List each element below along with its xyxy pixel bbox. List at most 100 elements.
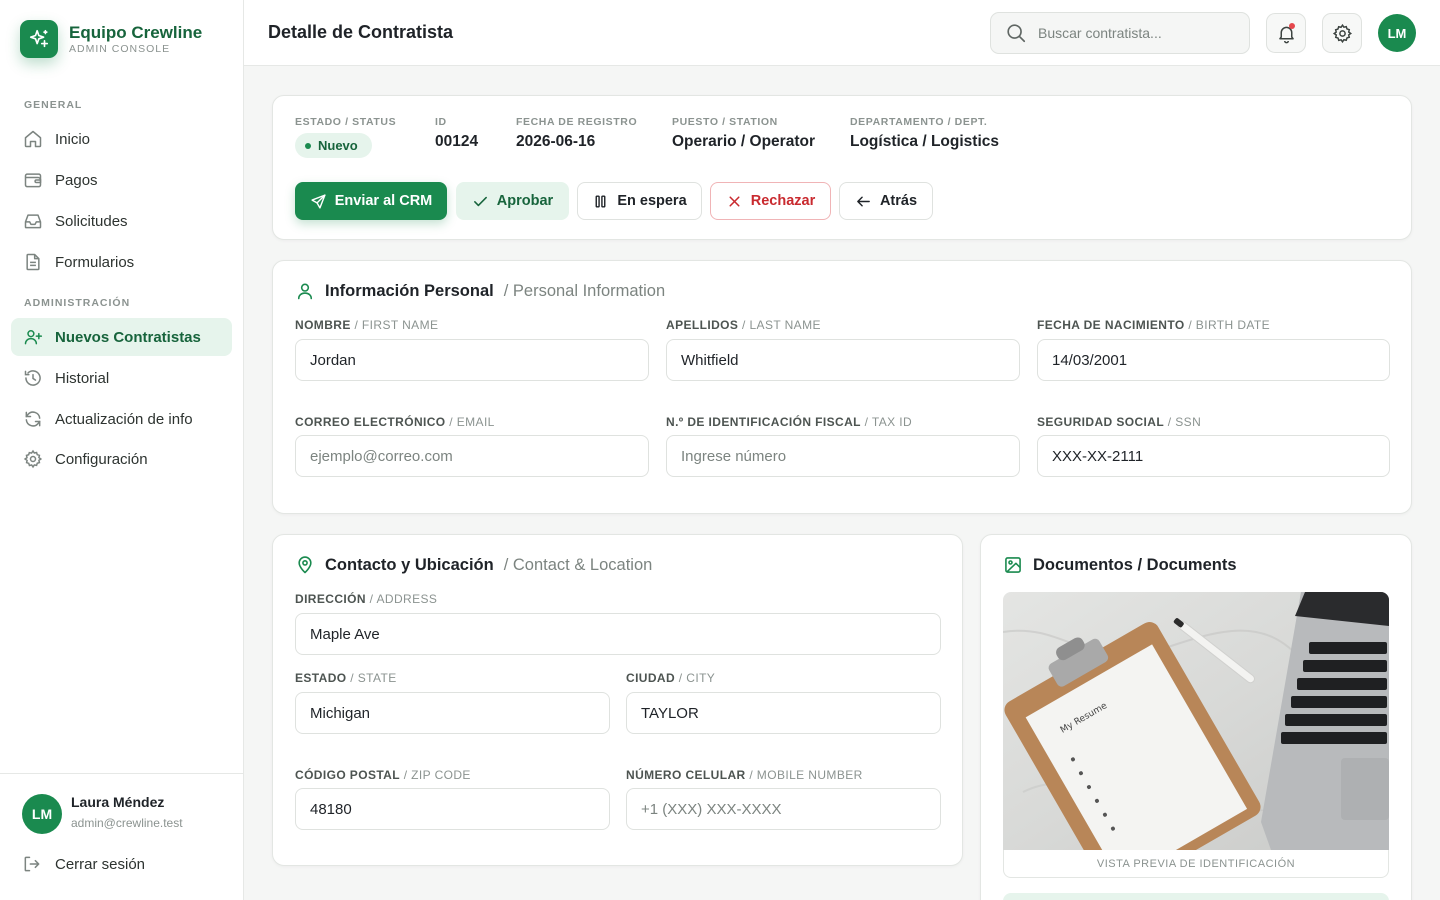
email-field[interactable]	[295, 435, 649, 477]
avatar[interactable]: LM	[1378, 14, 1416, 52]
on-hold-button[interactable]: En espera	[577, 182, 702, 220]
page-title: Detalle de Contratista	[268, 22, 454, 42]
sidebar-item-actualizacion[interactable]: Actualización de info	[11, 400, 232, 438]
image-icon	[1005, 557, 1021, 573]
sidebar-item-label: Solicitudes	[55, 212, 128, 230]
avatar[interactable]: LM	[22, 794, 62, 834]
id-value: 00124	[435, 133, 479, 150]
section-subtitle: / Contact & Location	[503, 555, 653, 574]
documents-card: Documentos / Documents My Resume VISTA P…	[980, 534, 1412, 900]
refresh-icon	[25, 411, 41, 427]
wallet-icon	[24, 173, 42, 188]
sidebar-item-inicio[interactable]: Inicio	[11, 120, 232, 158]
sidebar-item-nuevos-contratistas[interactable]: Nuevos Contratistas	[11, 318, 232, 356]
user-email: admin@crewline.test	[71, 816, 183, 830]
settings-button[interactable]	[1322, 13, 1362, 53]
nav-section-general: GENERAL	[24, 99, 83, 111]
send-icon	[311, 193, 326, 209]
station-value: Operario / Operator	[672, 133, 815, 150]
id-preview-caption: VISTA PREVIA DE IDENTIFICACIÓN	[1003, 850, 1389, 878]
reject-button[interactable]: Rechazar	[710, 182, 831, 220]
approve-label: Aprobar	[496, 193, 554, 209]
status-badge: Nuevo	[295, 133, 372, 158]
zip-input[interactable]	[310, 800, 609, 818]
last-name-field[interactable]	[666, 339, 1020, 381]
city-field[interactable]	[626, 692, 941, 734]
back-label: Atrás	[879, 193, 918, 209]
pause-icon	[595, 194, 606, 208]
email-label: CORREO ELECTRÓNICO / EMAIL	[295, 415, 495, 429]
city-input[interactable]	[641, 704, 940, 722]
logout-label: Cerrar sesión	[55, 855, 146, 873]
close-icon	[729, 195, 740, 207]
state-field[interactable]	[295, 692, 610, 734]
first-name-input[interactable]	[310, 351, 648, 369]
zip-field[interactable]	[295, 788, 610, 830]
contact-header: Contacto y Ubicación / Contact & Locatio…	[295, 555, 652, 575]
send-crm-button[interactable]: Enviar al CRM	[295, 182, 447, 220]
tax-id-input[interactable]	[681, 447, 1019, 465]
birth-date-input[interactable]	[1052, 351, 1389, 369]
document-item[interactable]	[1003, 893, 1389, 900]
brand-name: Equipo Crewline	[69, 22, 203, 42]
sidebar-item-label: Nuevos Contratistas	[55, 328, 201, 346]
status-value: Nuevo	[318, 138, 358, 153]
gear-icon	[23, 449, 43, 469]
tax-id-field[interactable]	[666, 435, 1020, 477]
sidebar-item-pagos[interactable]: Pagos	[11, 161, 232, 199]
search-box[interactable]	[990, 12, 1250, 54]
logout-icon	[24, 856, 40, 872]
last-name-input[interactable]	[681, 351, 1019, 369]
sidebar-item-label: Pagos	[55, 171, 98, 189]
nav-section-admin: ADMINISTRACIÓN	[24, 297, 131, 309]
sidebar-footer: LM Laura Méndez admin@crewline.test Cerr…	[0, 773, 243, 900]
address-input[interactable]	[310, 625, 940, 643]
user-icon	[297, 283, 313, 300]
brand[interactable]: Equipo Crewline ADMIN CONSOLE	[20, 20, 202, 58]
ssn-input[interactable]	[1052, 447, 1389, 465]
address-field[interactable]	[295, 613, 941, 655]
ssn-label: SEGURIDAD SOCIAL / SSN	[1037, 415, 1202, 429]
first-name-field[interactable]	[295, 339, 649, 381]
ssn-field[interactable]	[1037, 435, 1390, 477]
sidebar-item-label: Historial	[55, 369, 110, 387]
id-preview-image[interactable]: My Resume	[1003, 592, 1389, 850]
section-subtitle: / Personal Information	[503, 281, 666, 300]
user-name: Laura Méndez	[71, 794, 165, 810]
sidebar-item-configuracion[interactable]: Configuración	[11, 440, 232, 478]
sidebar-item-solicitudes[interactable]: Solicitudes	[11, 202, 232, 240]
mobile-label: NÚMERO CELULAR / MOBILE NUMBER	[626, 768, 863, 782]
section-title: Información Personal	[325, 281, 494, 300]
gear-icon	[1332, 23, 1352, 43]
birth-date-field[interactable]	[1037, 339, 1390, 381]
tax-id-label: N.º DE IDENTIFICACIÓN FISCAL / TAX ID	[666, 415, 913, 429]
address-label: DIRECCIÓN / ADDRESS	[295, 592, 438, 606]
home-icon	[24, 130, 42, 148]
date-label: FECHA DE REGISTRO	[516, 116, 638, 128]
map-pin-icon	[298, 556, 312, 574]
dept-value: Logística / Logistics	[850, 133, 999, 150]
user-plus-icon	[24, 330, 43, 345]
summary-card: ESTADO / STATUS Nuevo ID 00124 FECHA DE …	[272, 95, 1412, 240]
station-label: PUESTO / STATION	[672, 116, 778, 128]
send-crm-label: Enviar al CRM	[334, 193, 433, 209]
mobile-field[interactable]	[626, 788, 941, 830]
back-button[interactable]: Atrás	[839, 182, 933, 220]
personal-info-header: Información Personal / Personal Informat…	[295, 281, 665, 301]
history-icon	[24, 370, 41, 386]
brand-subtitle: ADMIN CONSOLE	[69, 42, 171, 55]
check-icon	[473, 196, 487, 206]
arrow-left-icon	[857, 196, 870, 206]
email-input[interactable]	[310, 447, 648, 465]
mobile-input[interactable]	[641, 800, 940, 818]
notifications-button[interactable]	[1266, 13, 1306, 53]
sidebar-item-formularios[interactable]: Formularios	[11, 243, 232, 281]
state-input[interactable]	[310, 704, 609, 722]
state-label: ESTADO / STATE	[295, 671, 397, 685]
approve-button[interactable]: Aprobar	[456, 182, 569, 220]
logout-button[interactable]: Cerrar sesión	[22, 854, 145, 874]
sidebar-item-label: Inicio	[55, 130, 91, 148]
search-input[interactable]	[1038, 25, 1238, 41]
id-label: ID	[435, 116, 447, 128]
sidebar-item-historial[interactable]: Historial	[11, 359, 232, 397]
